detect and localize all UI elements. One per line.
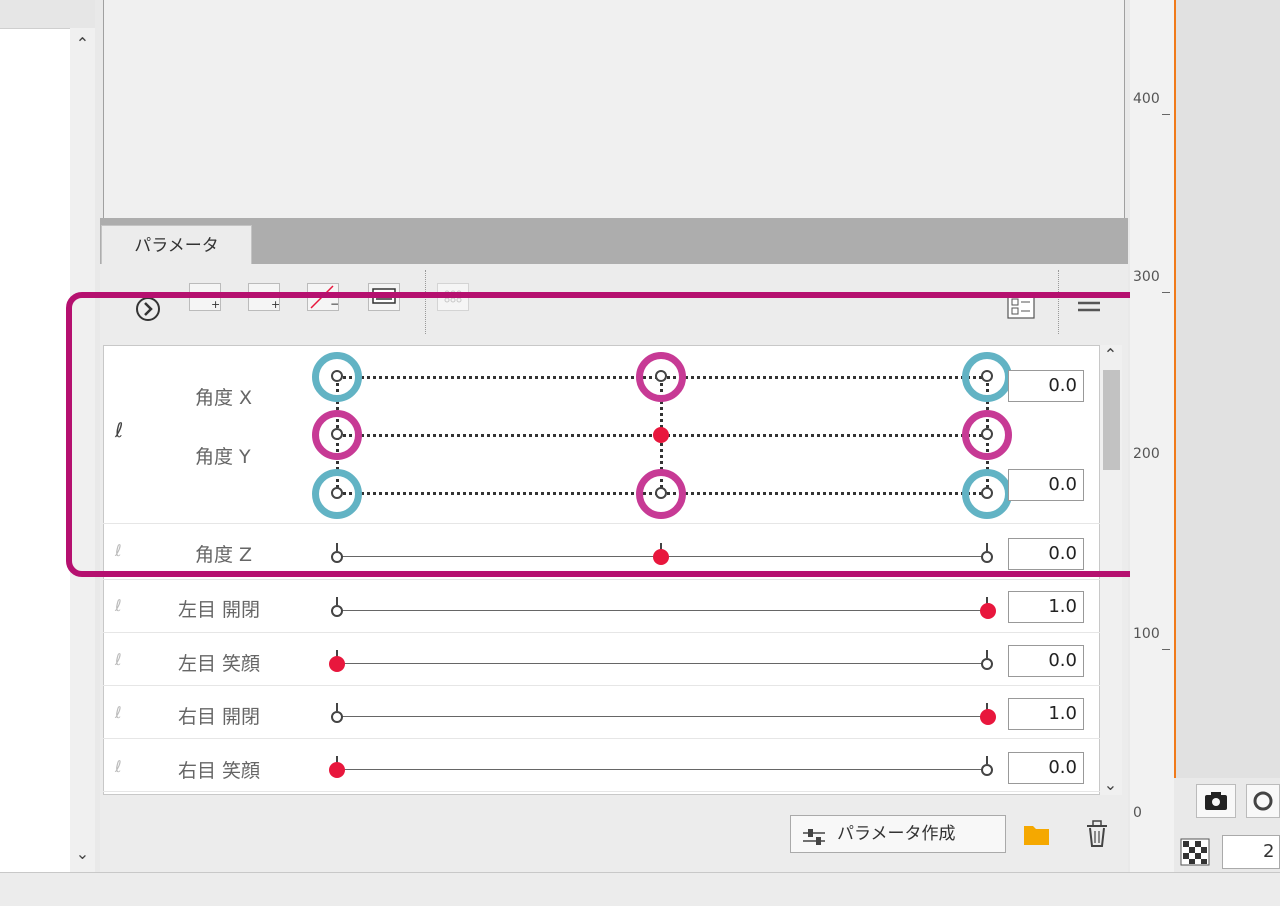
key-point[interactable] xyxy=(331,605,343,617)
zoom-input[interactable]: 2 xyxy=(1222,835,1280,869)
slider-tick xyxy=(336,597,338,605)
create-parameter-button[interactable]: パラメータ作成 xyxy=(790,815,1006,853)
canvas-area xyxy=(1174,0,1280,778)
param-name-right-eye-open: 右目 開閉 xyxy=(178,706,261,728)
trash-icon[interactable] xyxy=(1084,819,1110,849)
create-parameter-label: パラメータ作成 xyxy=(837,824,956,844)
link-clip-icon[interactable]: ℓ xyxy=(115,650,122,669)
slider-tick xyxy=(986,756,988,764)
tab-parameters[interactable]: パラメータ xyxy=(101,225,252,266)
highlight-frame xyxy=(66,292,1169,577)
ruler-label: 0 xyxy=(1133,805,1142,821)
viewport-area xyxy=(103,0,1125,220)
ruler-tick xyxy=(1162,114,1170,115)
vertical-ruler xyxy=(1130,0,1174,872)
link-clip-icon[interactable]: ℓ xyxy=(115,596,122,615)
list-scroll-down-icon[interactable]: ⌄ xyxy=(1098,777,1123,793)
slider-tick xyxy=(336,703,338,711)
left-list[interactable] xyxy=(0,28,70,873)
active-key-point[interactable] xyxy=(980,603,996,619)
param-slider-track[interactable] xyxy=(338,663,988,664)
ruler-label: 300 xyxy=(1133,269,1160,285)
link-clip-icon[interactable]: ℓ xyxy=(115,757,122,776)
ruler-tick xyxy=(1162,292,1170,293)
key-point[interactable] xyxy=(981,764,993,776)
camera-settings-icon[interactable] xyxy=(1246,784,1280,818)
camera-icon[interactable] xyxy=(1196,784,1236,818)
value-field-left-eye-smile[interactable]: 0.0 xyxy=(1008,645,1084,677)
folder-icon[interactable] xyxy=(1022,822,1052,848)
key-point[interactable] xyxy=(331,711,343,723)
param-slider-track[interactable] xyxy=(338,610,988,611)
param-name-left-eye-open: 左目 開閉 xyxy=(178,599,261,621)
param-slider-track[interactable] xyxy=(338,769,988,770)
value-field-right-eye-smile[interactable]: 0.0 xyxy=(1008,752,1084,784)
scroll-down-arrow-icon[interactable]: ⌄ xyxy=(70,846,95,862)
value-field-left-eye-open[interactable]: 1.0 xyxy=(1008,591,1084,623)
slider-tick xyxy=(986,650,988,658)
active-key-point[interactable] xyxy=(980,709,996,725)
checker-icon[interactable] xyxy=(1180,838,1210,866)
ruler-label: 400 xyxy=(1133,91,1160,107)
status-bar xyxy=(0,872,1280,906)
param-slider-track[interactable] xyxy=(338,716,988,717)
param-name-left-eye-smile: 左目 笑顔 xyxy=(178,653,261,675)
link-clip-icon[interactable]: ℓ xyxy=(115,703,122,722)
ruler-label: 100 xyxy=(1133,626,1160,642)
param-name-right-eye-smile: 右目 笑顔 xyxy=(178,760,261,782)
ruler-tick xyxy=(1162,649,1170,650)
ruler-label: 200 xyxy=(1133,446,1160,462)
tab-strip xyxy=(100,218,1128,264)
active-key-point[interactable] xyxy=(329,656,345,672)
scroll-up-arrow-icon[interactable]: ⌃ xyxy=(70,36,95,52)
key-point[interactable] xyxy=(981,658,993,670)
value-field-right-eye-open[interactable]: 1.0 xyxy=(1008,698,1084,730)
active-key-point[interactable] xyxy=(329,762,345,778)
sliders-icon xyxy=(801,824,829,845)
